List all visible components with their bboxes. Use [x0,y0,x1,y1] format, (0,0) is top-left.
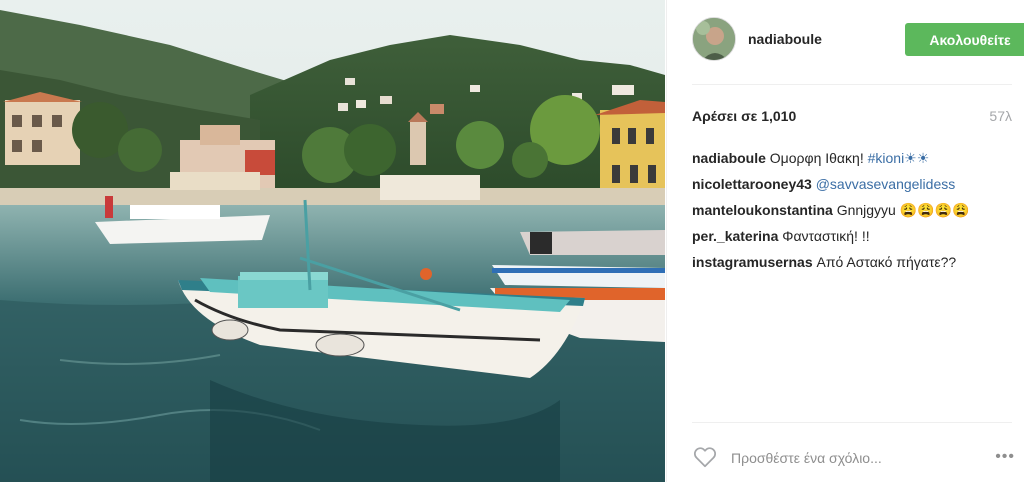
harbour-photo [0,0,665,482]
comment-username[interactable]: nicolettarooney43 [692,176,812,192]
comment-item: per._katerina Φανταστική! !! [692,228,1022,254]
post-side-panel: nadiaboule Ακολουθείτε Αρέσει σε 1,010 5… [666,0,1024,482]
comment-footer: ••• [692,444,1017,472]
comment-text: Gnnjgyyu 😩😩😩😩 [836,202,970,218]
post-author-username[interactable]: nadiaboule [748,31,822,47]
comment-hashtag[interactable]: #kioni☀☀ [868,150,930,166]
likes-row: Αρέσει σε 1,010 57λ [692,108,1012,126]
comment-username[interactable]: nadiaboule [692,150,766,166]
comment-item: instagramusernas Από Αστακό πήγατε?? [692,254,1022,280]
post-image[interactable] [0,0,665,482]
comment-text: Ομορφη Ιθακη! [769,150,868,166]
comment-text: Φανταστική! !! [782,228,870,244]
comment-text: Από Αστακό πήγατε?? [816,254,957,270]
avatar-image [693,18,735,60]
comment-item: nicolettarooney43 @savvasevangelidess [692,176,1022,202]
avatar[interactable] [692,17,736,61]
heart-icon[interactable] [692,444,718,470]
comment-username[interactable]: manteloukonstantina [692,202,833,218]
follow-button[interactable]: Ακολουθείτε [905,23,1024,56]
divider [692,422,1012,423]
comment-list: nadiaboule Ομορφη Ιθακη! #kioni☀☀ nicole… [692,150,1022,280]
comment-mention[interactable]: @savvasevangelidess [816,176,956,192]
post-header: nadiaboule Ακολουθείτε [692,17,1024,63]
comment-username[interactable]: per._katerina [692,228,778,244]
more-options-icon[interactable]: ••• [995,448,1015,466]
divider [692,84,1012,85]
comment-username[interactable]: instagramusernas [692,254,813,270]
likes-count[interactable]: Αρέσει σε 1,010 [692,108,796,124]
comment-item: nadiaboule Ομορφη Ιθακη! #kioni☀☀ [692,150,1022,176]
comment-input[interactable] [729,446,963,470]
heart-icon-svg [693,447,717,468]
comment-item: manteloukonstantina Gnnjgyyu 😩😩😩😩 [692,202,1022,228]
post-timestamp[interactable]: 57λ [989,108,1012,124]
